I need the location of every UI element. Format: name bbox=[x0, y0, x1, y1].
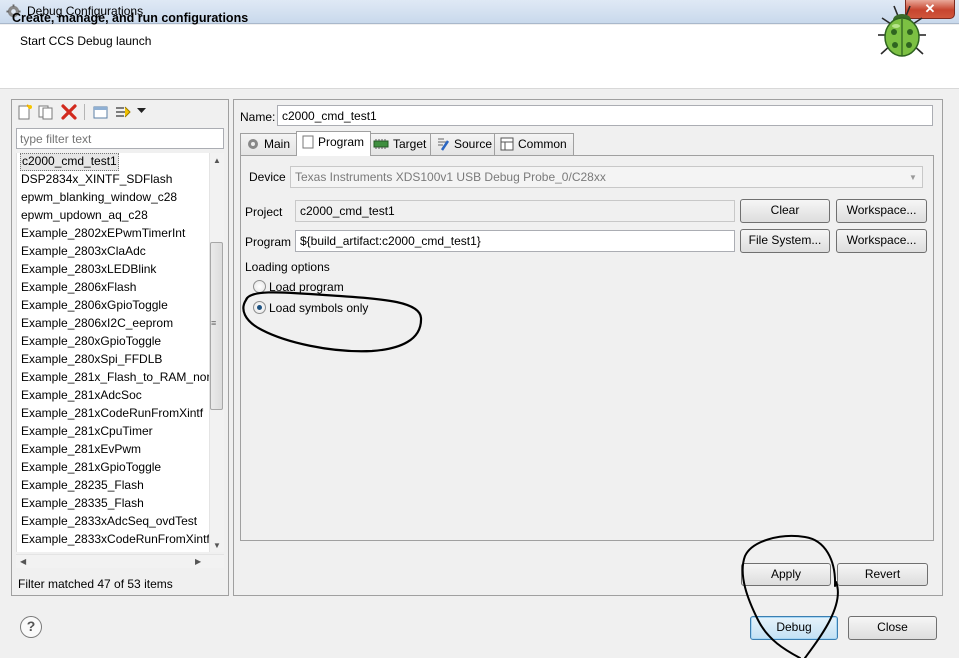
filter-input[interactable] bbox=[16, 128, 224, 149]
apply-button[interactable]: Apply bbox=[741, 563, 831, 586]
project-label: Project bbox=[245, 205, 283, 219]
loading-options-label: Loading options bbox=[245, 260, 330, 274]
clear-button[interactable]: Clear bbox=[740, 199, 830, 223]
list-item[interactable]: Example_280xSpi_FFDLB bbox=[20, 351, 163, 369]
list-item[interactable]: epwm_blanking_window_c28 bbox=[20, 189, 178, 207]
main-tab-icon bbox=[248, 139, 258, 149]
banner-subtitle: Start CCS Debug launch bbox=[20, 34, 152, 48]
duplicate-config-icon[interactable] bbox=[37, 104, 55, 120]
device-dropdown-arrow-icon[interactable]: ▼ bbox=[909, 173, 917, 182]
program-tab-icon bbox=[302, 135, 314, 149]
dropdown-arrow-icon[interactable] bbox=[137, 108, 146, 114]
thumb-grip-icon: ≡ bbox=[211, 318, 217, 328]
list-item[interactable]: Example_2833xCodeRunFromXintf bbox=[20, 531, 209, 549]
tab-common[interactable]: Common bbox=[494, 133, 574, 155]
program-workspace-button[interactable]: Workspace... bbox=[836, 229, 927, 253]
toolbar-separator bbox=[84, 104, 85, 120]
load-symbols-only-radio[interactable] bbox=[253, 301, 266, 314]
list-item[interactable]: Example_2806xGpioToggle bbox=[20, 297, 169, 315]
revert-button[interactable]: Revert bbox=[837, 563, 928, 586]
list-item[interactable]: Example_2833xAdcSeq_ovdTest bbox=[20, 513, 198, 531]
target-tab-icon bbox=[373, 139, 389, 149]
scroll-up-arrow-icon[interactable]: ▲ bbox=[213, 156, 221, 165]
list-item[interactable]: Example_2803xLEDBlink bbox=[20, 261, 157, 279]
list-item[interactable]: Example_281xEvPwm bbox=[20, 441, 142, 459]
list-item[interactable]: Example_28235_Flash bbox=[20, 477, 145, 495]
list-horizontal-scrollbar[interactable] bbox=[16, 554, 224, 568]
close-button[interactable]: Close bbox=[848, 616, 937, 640]
list-item[interactable]: Example_2806xI2C_eeprom bbox=[20, 315, 174, 333]
tab-source[interactable]: Source bbox=[430, 133, 500, 155]
scroll-right-arrow-icon[interactable]: ▶ bbox=[195, 557, 201, 566]
help-icon[interactable]: ? bbox=[20, 616, 42, 638]
list-item[interactable]: Example_280xGpioToggle bbox=[20, 333, 162, 351]
tab-main[interactable]: Main bbox=[240, 133, 298, 155]
tab-label: Main bbox=[264, 137, 291, 151]
list-item[interactable]: epwm_updown_aq_c28 bbox=[20, 207, 149, 225]
list-item[interactable]: Example_281xCodeRunFromXintf bbox=[20, 405, 204, 423]
list-item[interactable]: Example_281x_Flash_to_RAM_nonBI bbox=[20, 369, 209, 387]
project-field[interactable]: c2000_cmd_test1 bbox=[295, 200, 735, 222]
program-field[interactable]: ${build_artifact:c2000_cmd_test1} bbox=[295, 230, 735, 252]
device-select[interactable]: Texas Instruments XDS100v1 USB Debug Pro… bbox=[290, 166, 923, 188]
file-system-button[interactable]: File System... bbox=[740, 229, 830, 253]
list-item[interactable]: Example_2802xEPwmTimerInt bbox=[20, 225, 186, 243]
list-item[interactable]: c2000_cmd_test1 bbox=[20, 153, 119, 171]
collapse-all-icon[interactable] bbox=[92, 104, 110, 120]
list-item[interactable]: Example_28335_Flash bbox=[20, 495, 145, 513]
load-symbols-only-label[interactable]: Load symbols only bbox=[269, 301, 368, 315]
list-item[interactable]: DSP2834x_XINTF_SDFlash bbox=[20, 171, 173, 189]
filter-status-text: Filter matched 47 of 53 items bbox=[18, 577, 173, 591]
bug-icon bbox=[878, 5, 926, 57]
list-item[interactable]: Example_2806xFlash bbox=[20, 279, 137, 297]
name-field[interactable]: c2000_cmd_test1 bbox=[277, 105, 933, 126]
list-item[interactable]: Example_281xGpioToggle bbox=[20, 459, 162, 477]
new-config-icon[interactable] bbox=[16, 104, 34, 120]
load-program-radio[interactable] bbox=[253, 280, 266, 293]
filter-icon[interactable] bbox=[114, 104, 132, 120]
banner-title: Create, manage, and run configurations bbox=[12, 11, 249, 25]
common-tab-icon bbox=[500, 137, 514, 151]
tab-label: Source bbox=[454, 137, 493, 151]
source-tab-icon bbox=[438, 138, 450, 151]
list-item[interactable]: Example_281xAdcSoc bbox=[20, 387, 143, 405]
tab-label: Target bbox=[393, 137, 427, 151]
configurations-list: c2000_cmd_test1 DSP2834x_XINTF_SDFlash epw… bbox=[16, 153, 209, 552]
project-workspace-button[interactable]: Workspace... bbox=[836, 199, 927, 223]
scroll-left-arrow-icon[interactable]: ◀ bbox=[20, 557, 26, 566]
debug-button[interactable]: Debug bbox=[750, 616, 838, 640]
device-label: Device bbox=[249, 170, 286, 184]
name-label: Name: bbox=[240, 110, 276, 124]
program-label: Program bbox=[245, 235, 292, 249]
list-item[interactable]: Example_2803xClaAdc bbox=[20, 243, 147, 261]
load-program-label[interactable]: Load program bbox=[269, 280, 344, 294]
tab-label: Common bbox=[518, 137, 567, 151]
tab-label: Program bbox=[318, 135, 365, 149]
tab-program[interactable]: Program bbox=[296, 131, 372, 156]
tab-target[interactable]: Target bbox=[367, 133, 434, 155]
delete-config-icon[interactable] bbox=[60, 104, 78, 120]
list-item[interactable]: Example_281xCpuTimer bbox=[20, 423, 154, 441]
scroll-down-arrow-icon[interactable]: ▼ bbox=[213, 541, 221, 550]
